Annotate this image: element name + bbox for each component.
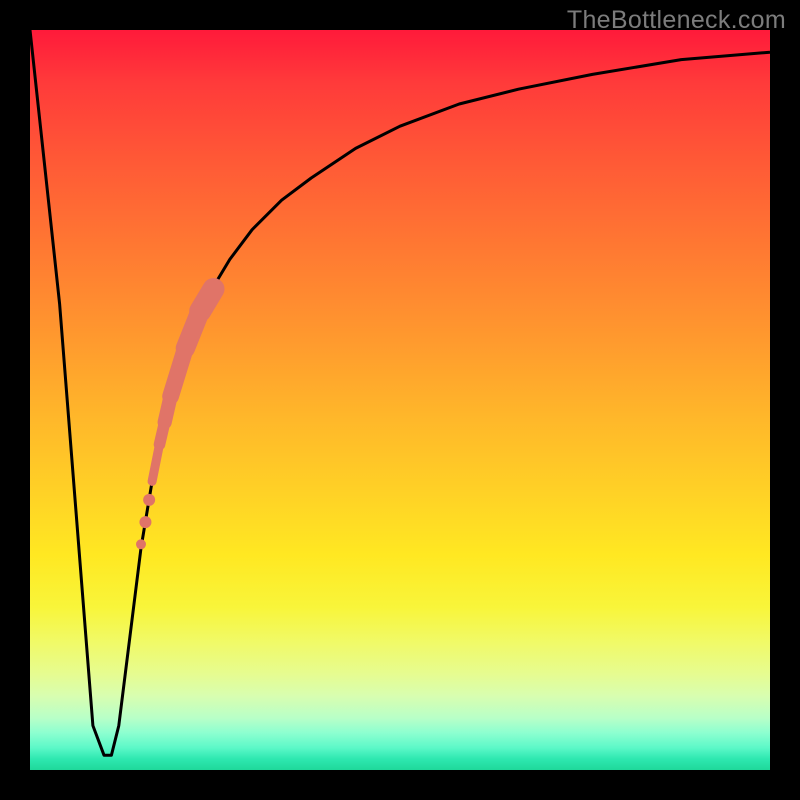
watermark-text: TheBottleneck.com — [567, 6, 786, 35]
chart-frame: TheBottleneck.com — [0, 0, 800, 800]
highlight-dot — [139, 516, 151, 528]
plot-area — [30, 30, 770, 770]
bottleneck-curve — [30, 30, 770, 755]
highlight-dot — [136, 539, 146, 549]
chart-svg — [30, 30, 770, 770]
highlight-segment — [200, 289, 213, 311]
highlight-dot — [143, 494, 155, 506]
